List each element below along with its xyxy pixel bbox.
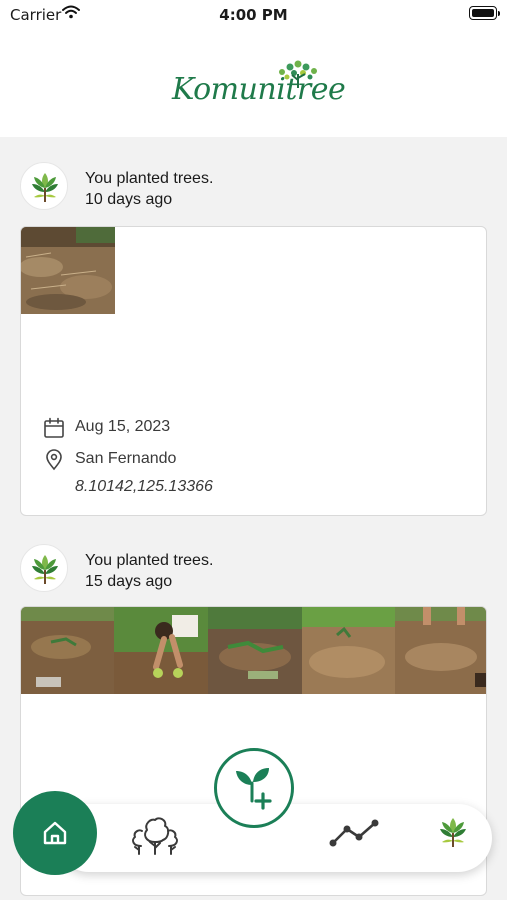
tree-planting-photo[interactable] [208, 607, 302, 694]
avatar[interactable] [20, 162, 68, 210]
post-time: 15 days ago [85, 573, 173, 590]
add-plant-button[interactable] [214, 748, 294, 828]
location-pin-icon [46, 449, 62, 471]
plant-avatar-icon [32, 555, 58, 584]
status-time: 4:00 PM [219, 6, 288, 24]
nav-home-button[interactable] [13, 791, 97, 875]
post-message: You planted trees. [85, 170, 214, 187]
post-location: San Fernando [75, 450, 177, 467]
battery-icon [469, 6, 500, 20]
plant-avatar-icon [32, 173, 58, 202]
post-date: Aug 15, 2023 [75, 418, 171, 435]
nav-profile-icon[interactable] [438, 812, 468, 852]
avatar[interactable] [20, 544, 68, 592]
tree-planting-photo[interactable] [21, 227, 115, 314]
app-header: Komunitree [0, 30, 507, 137]
tree-planting-photo[interactable] [302, 607, 396, 694]
post-header: You planted trees. 15 days ago [20, 544, 480, 594]
nav-trees-icon[interactable] [127, 812, 183, 856]
tree-planting-photo[interactable] [21, 607, 115, 694]
post-time: 10 days ago [85, 191, 173, 208]
tree-planting-photo[interactable] [114, 607, 208, 694]
post-header: You planted trees. 10 days ago [20, 162, 480, 212]
brand-logo: Komunitree [170, 58, 350, 118]
nav-stats-icon[interactable] [328, 818, 382, 848]
logo-tree-icon [279, 60, 317, 88]
add-plant-icon [236, 768, 272, 810]
tree-planting-photo[interactable] [395, 607, 487, 694]
home-icon [43, 821, 67, 845]
calendar-icon [44, 417, 64, 438]
post-card[interactable]: Aug 15, 2023 San Fernando 8.10142,125.13… [20, 226, 487, 516]
post-message: You planted trees. [85, 552, 214, 569]
post-coordinates: 8.10142,125.13366 [75, 478, 213, 495]
status-bar: Carrier 4:00 PM [0, 0, 507, 30]
